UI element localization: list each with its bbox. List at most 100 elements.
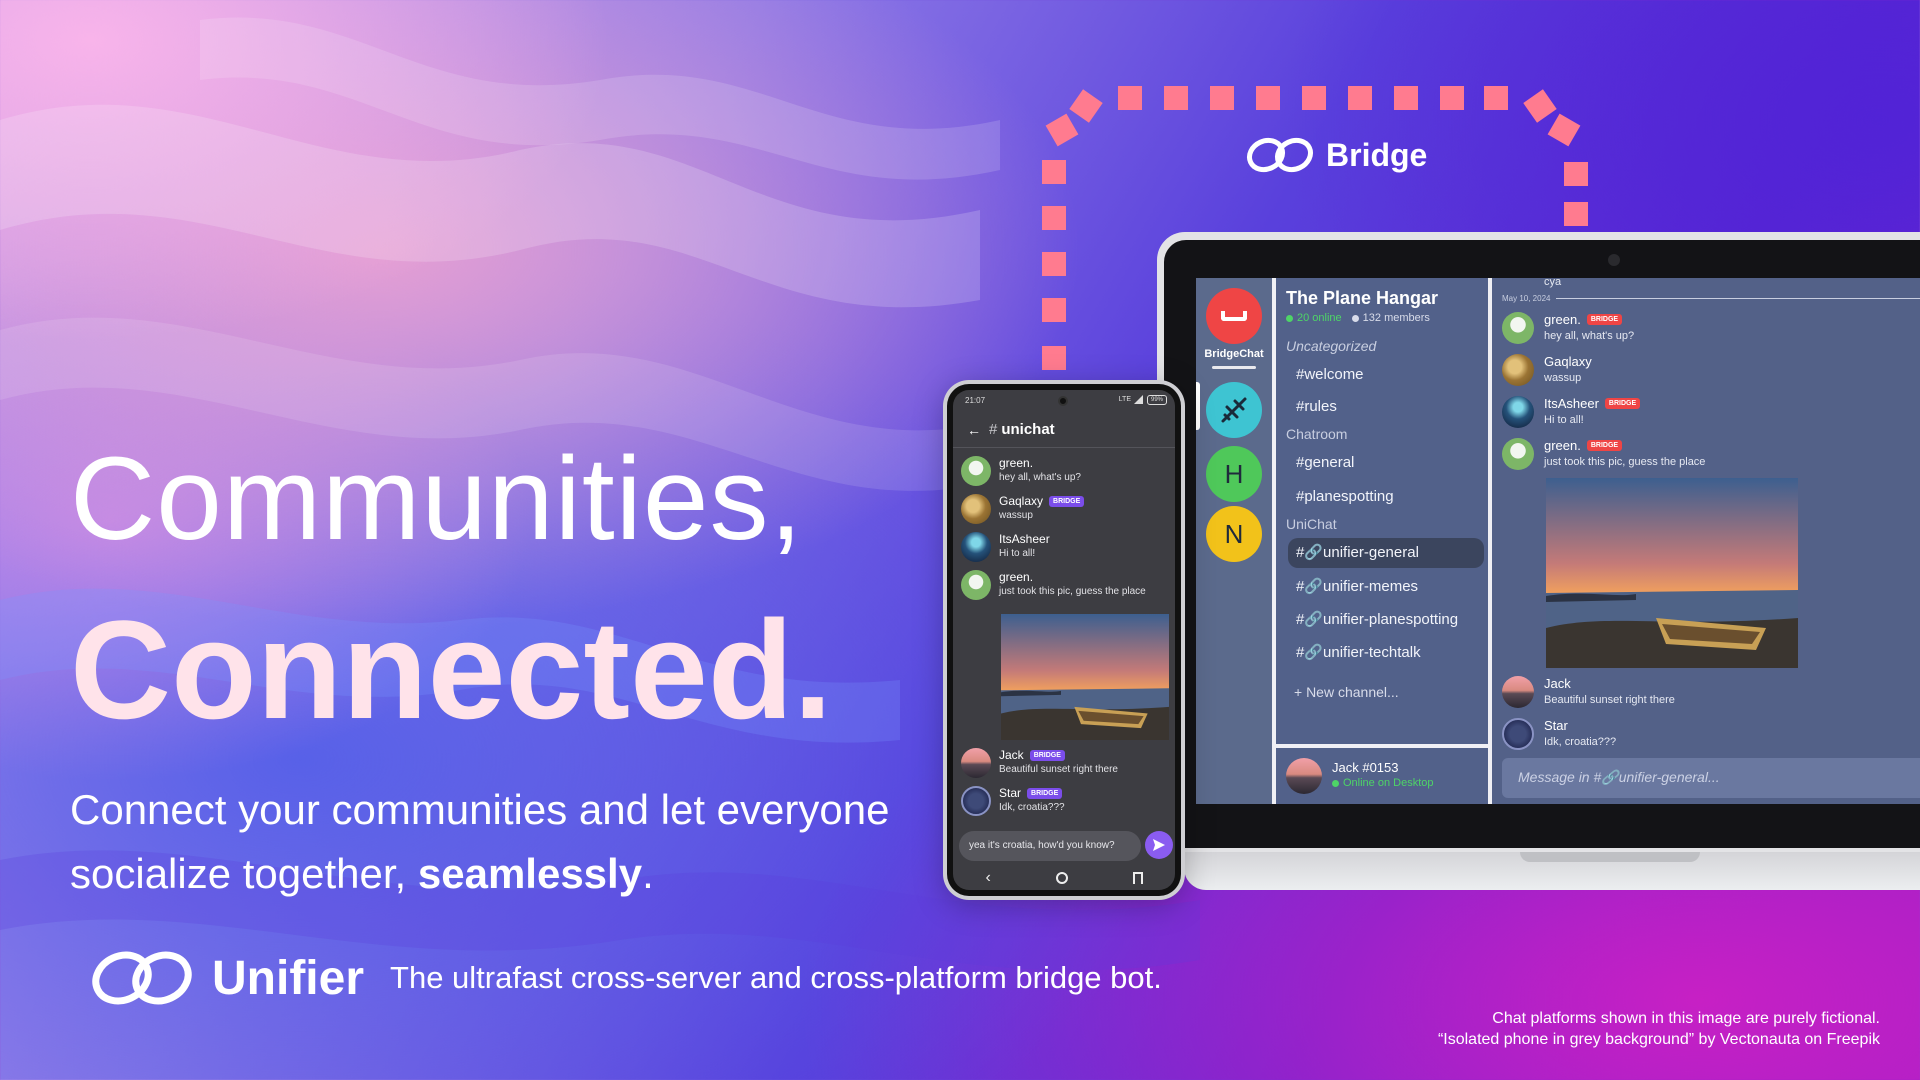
message: ItsAsheer BRIDGE Hi to all! <box>1502 396 1641 428</box>
bridge-path-dot <box>1164 86 1188 110</box>
user-panel: Jack #0153 Online on Desktop <box>1276 744 1488 804</box>
channel-unifier-techtalk[interactable]: #🔗unifier-techtalk <box>1288 638 1484 668</box>
bridge-badge: BRIDGE <box>1586 440 1623 451</box>
user-avatar[interactable] <box>1286 758 1322 794</box>
message-author[interactable]: Star <box>999 786 1021 800</box>
server-rail: BridgeChat H N <box>1196 278 1272 804</box>
phone-camera <box>1058 396 1068 406</box>
message-input-placeholder: Message in #🔗unifier-general... <box>1518 769 1720 785</box>
avatar-green[interactable] <box>1502 312 1534 344</box>
bridge-badge: BRIDGE <box>1604 398 1641 409</box>
message-author[interactable]: ItsAsheer <box>1544 396 1599 411</box>
message-author[interactable]: green. <box>999 570 1033 584</box>
online-count: 20 online <box>1297 312 1342 324</box>
mobile-channel-header: ← # unichat <box>953 412 1175 448</box>
message-author[interactable]: Gaqlaxy <box>1544 354 1592 369</box>
avatar-green[interactable] <box>961 456 991 486</box>
date-separator: May 10, 2024 <box>1502 294 1920 303</box>
channel-unifier-general[interactable]: #🔗unifier-general <box>1288 538 1484 568</box>
mobile-message: ItsAsheer Hi to all! <box>961 532 1050 562</box>
sunset-photo-image <box>1546 478 1798 668</box>
channel-planespotting[interactable]: #planespotting <box>1288 482 1484 512</box>
avatar-jack[interactable] <box>961 748 991 778</box>
new-channel-button[interactable]: + New channel... <box>1294 684 1399 700</box>
message-input[interactable]: Message in #🔗unifier-general... <box>1502 758 1920 798</box>
message-author[interactable]: green. <box>999 456 1033 470</box>
channel-rules[interactable]: #rules <box>1288 392 1484 422</box>
mobile-message: green. just took this pic, guess the plac… <box>961 570 1146 600</box>
message-author[interactable]: Gaqlaxy <box>999 494 1043 508</box>
bridge-path-dot <box>1394 86 1418 110</box>
avatar-jack[interactable] <box>1502 676 1534 708</box>
bridge-label-text: Bridge <box>1326 136 1428 173</box>
nav-recents-icon[interactable] <box>1132 872 1143 884</box>
message-author[interactable]: Jack <box>1544 676 1571 691</box>
brand-name: Unifier <box>212 951 365 1005</box>
unifier-logo-icon <box>92 951 192 1005</box>
message-author[interactable]: green. <box>1544 438 1581 453</box>
mobile-chat-app: 21:07 LTE 99% ← # unichat green. hey all,… <box>953 390 1175 890</box>
credits-line-2: “Isolated phone in grey background” by V… <box>1437 1031 1880 1048</box>
shared-photo[interactable] <box>1001 614 1169 740</box>
channel-general[interactable]: #general <box>1288 448 1484 478</box>
channel-unifier-memes[interactable]: #🔗unifier-memes <box>1288 572 1484 602</box>
message: green. BRIDGE hey all, what's up? <box>1502 312 1634 344</box>
link-icon <box>1246 137 1314 173</box>
avatar-itsasheer[interactable] <box>961 532 991 562</box>
date-separator-text: May 10, 2024 <box>1502 294 1551 303</box>
compose-value: yea it's croatia, how'd you know? <box>969 840 1115 851</box>
sunset-photo-image <box>1001 614 1169 740</box>
message-text: hey all, what's up? <box>999 472 1081 483</box>
server-n[interactable]: N <box>1206 506 1262 562</box>
nav-home-icon[interactable] <box>1055 872 1068 884</box>
bridgechat-logo-icon[interactable] <box>1206 288 1262 344</box>
phone-nav-bar: ‹ <box>953 866 1175 890</box>
channel-welcome[interactable]: #welcome <box>1288 360 1484 390</box>
mobile-compose-input[interactable]: yea it's croatia, how'd you know? <box>959 831 1141 861</box>
bridge-path-dot <box>1045 113 1079 147</box>
message-text: Idk, croatia??? <box>999 802 1065 813</box>
server-n-letter: N <box>1224 518 1244 549</box>
bridge-path-dot <box>1069 89 1103 123</box>
status-dot-icon <box>1332 779 1339 787</box>
brand-row: Unifier The ultrafast cross-server and c… <box>86 944 1162 1012</box>
message-author[interactable]: Jack <box>999 748 1024 762</box>
server-stats: 20 online 132 members <box>1286 312 1430 324</box>
server-h[interactable]: H <box>1206 446 1262 502</box>
message-author[interactable]: green. <box>1544 312 1581 327</box>
phone-frame: 21:07 LTE 99% ← # unichat green. hey all,… <box>943 380 1185 900</box>
app-label: BridgeChat <box>1204 348 1264 360</box>
avatar-green[interactable] <box>1502 438 1534 470</box>
server-name: The Plane Hangar <box>1286 288 1439 308</box>
chat-pane: cya May 10, 2024 green. BRIDGE hey all, wh… <box>1492 278 1920 804</box>
bridge-badge: BRIDGE <box>1027 787 1063 799</box>
category-unichat: UniChat <box>1286 516 1337 532</box>
server-plane-hangar[interactable] <box>1206 382 1262 438</box>
channel-unifier-planespotting[interactable]: #🔗unifier-planespotting <box>1288 605 1484 635</box>
avatar-gaqlaxy[interactable] <box>1502 354 1534 386</box>
bridge-path-dot <box>1210 86 1234 110</box>
signal-icon <box>1134 395 1143 404</box>
nav-back-icon[interactable]: ‹ <box>985 869 990 887</box>
user-status-text: Online on Desktop <box>1343 777 1434 789</box>
brand-tagline: The ultrafast cross-server and cross-pla… <box>390 960 1162 995</box>
message: green. BRIDGE just took this pic, guess th… <box>1502 438 1705 470</box>
rail-divider <box>1212 366 1256 369</box>
avatar-star[interactable] <box>1502 718 1534 750</box>
avatar-green[interactable] <box>961 570 991 600</box>
message-author[interactable]: ItsAsheer <box>999 532 1050 546</box>
message-author[interactable]: Star <box>1544 718 1568 733</box>
bridge-path-dot <box>1348 86 1372 110</box>
mobile-message: Star BRIDGE Idk, croatia??? <box>961 786 1065 816</box>
shared-photo[interactable] <box>1546 478 1798 668</box>
back-arrow-icon[interactable]: ← <box>967 422 981 438</box>
bridge-path-dot <box>1302 86 1326 110</box>
user-name: Jack #0153 <box>1332 760 1399 775</box>
avatar-gaqlaxy[interactable] <box>961 494 991 524</box>
bridge-label: Bridge <box>1244 133 1427 177</box>
subheadline-bold: seamlessly <box>417 850 643 897</box>
avatar-star[interactable] <box>961 786 991 816</box>
send-button[interactable] <box>1145 831 1173 859</box>
avatar-itsasheer[interactable] <box>1502 396 1534 428</box>
image-credits: Chat platforms shown in this image are p… <box>1438 1008 1880 1050</box>
